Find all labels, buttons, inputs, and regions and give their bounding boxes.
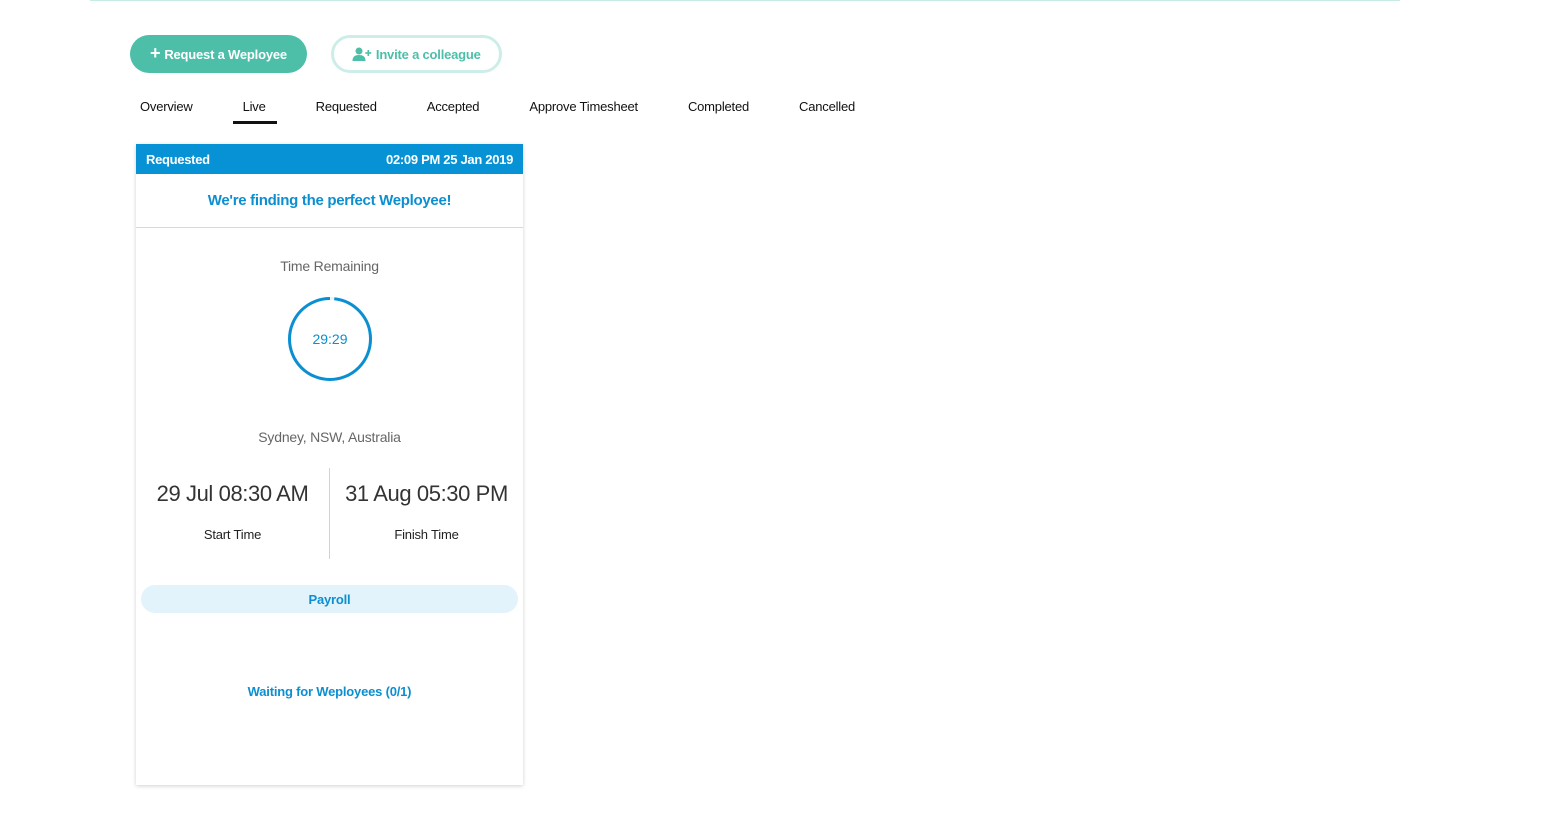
invite-colleague-label: Invite a colleague <box>375 46 481 62</box>
category-pill: Payroll <box>141 585 518 613</box>
tab-overview[interactable]: Overview <box>130 96 213 124</box>
waiting-status: Waiting for Weployees (0/1) <box>247 684 412 699</box>
tab-completed[interactable]: Completed <box>678 96 769 124</box>
finish-time-block: 31 Aug 05:30 PM Finish Time <box>330 468 523 559</box>
request-timestamp: 02:09 PM 25 Jan 2019 <box>386 151 513 167</box>
booking-card[interactable]: Requested 02:09 PM 25 Jan 2019 We're fin… <box>136 144 523 785</box>
shift-times: 29 Jul 08:30 AM Start Time 31 Aug 05:30 … <box>136 468 523 559</box>
tab-requested[interactable]: Requested <box>306 96 397 124</box>
action-bar: + Request a Weployee Invite a colleague <box>130 35 502 73</box>
start-time-label: Start Time <box>203 527 262 542</box>
tab-accepted[interactable]: Accepted <box>417 96 500 124</box>
finish-time-value: 31 Aug 05:30 PM <box>345 481 508 506</box>
request-weployee-label: Request a Weployee <box>164 46 287 62</box>
invite-colleague-button[interactable]: Invite a colleague <box>330 35 502 73</box>
countdown-timer: 29:29 <box>287 296 373 382</box>
finding-banner: We're finding the perfect Weployee! <box>136 174 523 228</box>
tab-approve-timesheet[interactable]: Approve Timesheet <box>519 96 658 124</box>
timer-value: 29:29 <box>312 331 348 347</box>
finish-time-label: Finish Time <box>394 527 459 542</box>
location: Sydney, NSW, Australia <box>258 429 401 445</box>
plus-icon: + <box>150 43 161 63</box>
tab-live[interactable]: Live <box>232 96 286 124</box>
card-header: Requested 02:09 PM 25 Jan 2019 <box>136 144 523 174</box>
user-plus-icon <box>352 47 372 61</box>
status-label: Requested <box>146 151 210 167</box>
request-weployee-button[interactable]: + Request a Weployee <box>130 35 307 73</box>
start-time-value: 29 Jul 08:30 AM <box>156 481 309 506</box>
tab-cancelled[interactable]: Cancelled <box>789 96 875 124</box>
top-divider <box>90 0 1400 1</box>
tab-bar: Overview Live Requested Accepted Approve… <box>130 96 895 124</box>
time-remaining-label: Time Remaining <box>280 258 379 274</box>
start-time-block: 29 Jul 08:30 AM Start Time <box>136 468 329 559</box>
